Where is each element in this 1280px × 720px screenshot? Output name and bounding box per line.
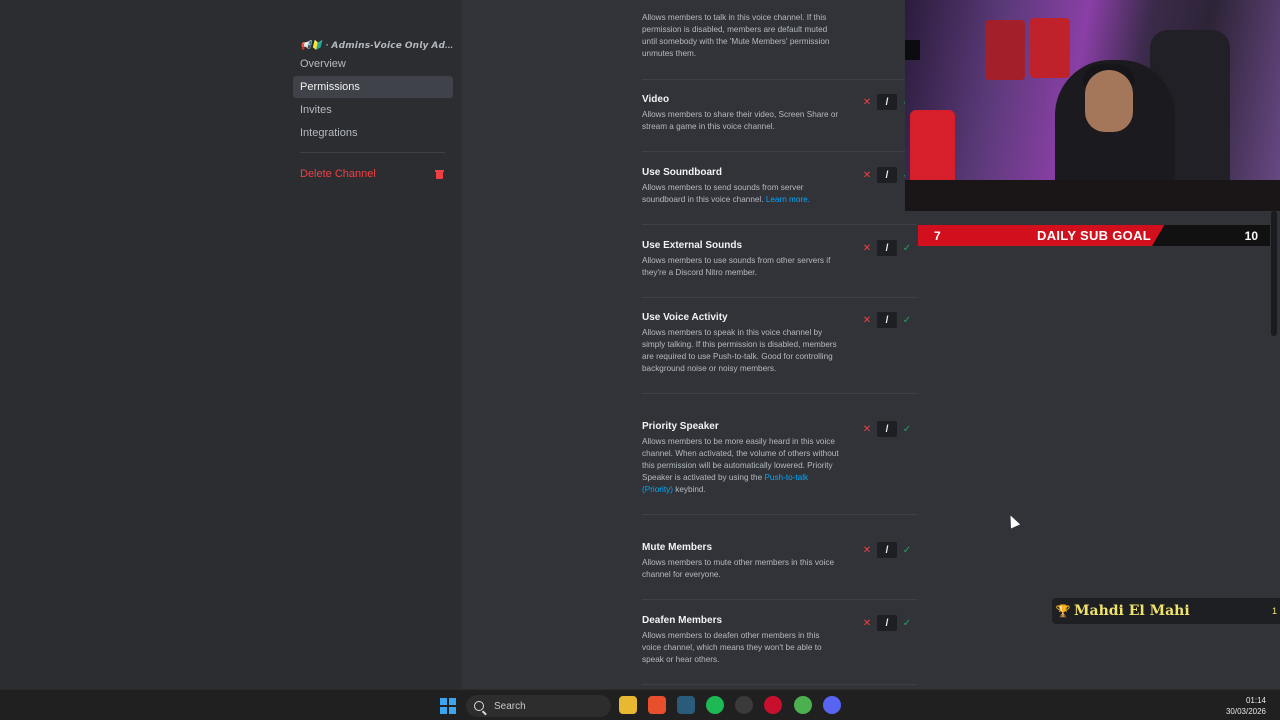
supporter-count: 1 [1271, 606, 1277, 616]
neutral-toggle[interactable]: / [877, 167, 897, 183]
permission-description: Allows members to share their video, Scr… [642, 109, 840, 133]
neutral-toggle[interactable]: / [877, 615, 897, 631]
deny-toggle[interactable]: ✕ [857, 421, 877, 437]
sidebar-item-integrations[interactable]: Integrations [293, 122, 453, 144]
permission-description: Allows members to mute other members in … [642, 557, 840, 581]
allow-toggle[interactable]: ✓ [897, 421, 917, 437]
chrome-icon[interactable] [794, 696, 812, 714]
taskbar-search-placeholder: Search [494, 700, 526, 712]
deny-toggle[interactable]: ✕ [857, 312, 877, 328]
neutral-toggle[interactable]: / [877, 312, 897, 328]
webcam-overlay [905, 0, 1280, 211]
sub-goal-bar: 7 DAILY SUB GOAL 10 [918, 225, 1270, 246]
allow-toggle[interactable]: ✓ [897, 240, 917, 256]
spotify-icon[interactable] [706, 696, 724, 714]
supporter-name: Mahdi El Mahi [1074, 603, 1190, 619]
permission-description: Allows members to deafen other members i… [642, 630, 840, 666]
permission-toggle-group: ✕/✓ [857, 615, 917, 631]
jersey-decoration [985, 20, 1025, 80]
webcam-background [905, 40, 920, 60]
channel-name-header: 📢🔰 · 𝘼𝙙𝙢𝙞𝙣𝙨-𝙑𝙤𝙞𝙘𝙚 𝙊𝙣𝙡𝙮 𝘼𝙙... [300, 40, 453, 50]
permission-description-text: Allows members to use sounds from other … [642, 256, 831, 277]
permission-description-suffix: keybind. [675, 485, 706, 494]
allow-toggle[interactable]: ✓ [897, 615, 917, 631]
sidebar-nav: 📢🔰 · 𝘼𝙙𝙢𝙞𝙣𝙨-𝙑𝙤𝙞𝙘𝙚 𝙊𝙣𝙡𝙮 𝘼𝙙... Overview Pe… [293, 37, 453, 186]
streamer-face [1085, 70, 1133, 132]
permission-description-text: Allows members to deafen other members i… [642, 631, 822, 664]
permission-description: Allows members to talk in this voice cha… [642, 12, 840, 60]
desk [905, 180, 1280, 211]
neutral-toggle[interactable]: / [877, 94, 897, 110]
sub-goal-label: DAILY SUB GOAL [1037, 228, 1151, 243]
taskbar-clock[interactable]: 01:14 30/03/2026 [1226, 695, 1266, 717]
screen: 📢🔰 · 𝘼𝙙𝙢𝙞𝙣𝙨-𝙑𝙤𝙞𝙘𝙚 𝙊𝙣𝙡𝙮 𝘼𝙙... Overview Pe… [0, 0, 1280, 720]
permission-row: Mute Members Allows members to mute other… [642, 541, 917, 600]
terminal-icon[interactable] [677, 696, 695, 714]
permission-row: Use Soundboard Allows members to send sou… [642, 166, 917, 225]
taskbar-search[interactable]: Search [466, 695, 611, 717]
brave-browser-icon[interactable] [648, 696, 666, 714]
permission-row: Allows members to talk in this voice cha… [642, 12, 917, 80]
trash-icon [435, 169, 445, 179]
permission-row: Video Allows members to share their video… [642, 93, 917, 152]
permission-toggle-group: ✕/✓ [857, 421, 917, 437]
permission-link[interactable]: Learn more. [766, 195, 810, 204]
permission-description: Allows members to send sounds from serve… [642, 182, 840, 206]
windows-taskbar: Search 01:14 30/03/2026 [0, 689, 1280, 720]
neutral-toggle[interactable]: / [877, 240, 897, 256]
permission-description: Allows members to use sounds from other … [642, 255, 840, 279]
file-explorer-icon[interactable] [619, 696, 637, 714]
sidebar-item-permissions[interactable]: Permissions [293, 76, 453, 98]
delete-channel-label: Delete Channel [300, 168, 376, 180]
settings-sidebar: 📢🔰 · 𝘼𝙙𝙢𝙞𝙣𝙨-𝙑𝙤𝙞𝙘𝙚 𝙊𝙣𝙡𝙮 𝘼𝙙... Overview Pe… [0, 0, 461, 689]
allow-toggle[interactable]: ✓ [897, 312, 917, 328]
scrollbar-thumb[interactable] [1271, 211, 1277, 336]
permission-row: Priority Speaker Allows members to be mor… [642, 420, 917, 515]
allow-toggle[interactable]: ✓ [897, 542, 917, 558]
sub-goal-target: 10 [1244, 228, 1258, 243]
trophy-icon: 🏆 [1055, 604, 1071, 618]
sidebar-item-invites[interactable]: Invites [293, 99, 453, 121]
delete-channel-button[interactable]: Delete Channel [293, 163, 453, 185]
permission-toggle-group: ✕/✓ [857, 240, 917, 256]
permission-description: Allows members to speak in this voice ch… [642, 327, 840, 375]
deny-toggle[interactable]: ✕ [857, 240, 877, 256]
deny-toggle[interactable]: ✕ [857, 167, 877, 183]
sub-goal-current: 7 [934, 228, 941, 243]
obs-icon[interactable] [735, 696, 753, 714]
clock-time: 01:14 [1245, 696, 1266, 705]
permission-toggle-group: ✕/✓ [857, 312, 917, 328]
deny-toggle[interactable]: ✕ [857, 615, 877, 631]
sidebar-divider [300, 152, 445, 153]
permission-description-text: Allows members to share their video, Scr… [642, 110, 839, 131]
permission-row: Deafen Members Allows members to deafen o… [642, 614, 917, 685]
jersey-decoration [1030, 18, 1070, 78]
neutral-toggle[interactable]: / [877, 542, 897, 558]
opera-icon[interactable] [764, 696, 782, 714]
discord-icon[interactable] [823, 696, 841, 714]
deny-toggle[interactable]: ✕ [857, 94, 877, 110]
top-supporter-alert: 🏆 Mahdi El Mahi 1 [1052, 598, 1280, 624]
permission-row: Use Voice Activity Allows members to spea… [642, 311, 917, 394]
neutral-toggle[interactable]: / [877, 421, 897, 437]
permission-description-text: Allows members to mute other members in … [642, 558, 835, 579]
permission-row: Use External Sounds Allows members to use… [642, 239, 917, 298]
permission-description-text: Allows members to speak in this voice ch… [642, 328, 837, 373]
permission-description-text: Allows members to talk in this voice cha… [642, 13, 830, 58]
permission-description: Allows members to be more easily heard i… [642, 436, 840, 496]
permission-toggle-group: ✕/✓ [857, 542, 917, 558]
clock-date: 30/03/2026 [1225, 707, 1266, 716]
sidebar-item-overview[interactable]: Overview [293, 53, 453, 75]
permission-description-text: Allows members to be more easily heard i… [642, 437, 839, 482]
deny-toggle[interactable]: ✕ [857, 542, 877, 558]
search-icon [474, 701, 484, 711]
windows-start-icon[interactable] [440, 698, 456, 714]
